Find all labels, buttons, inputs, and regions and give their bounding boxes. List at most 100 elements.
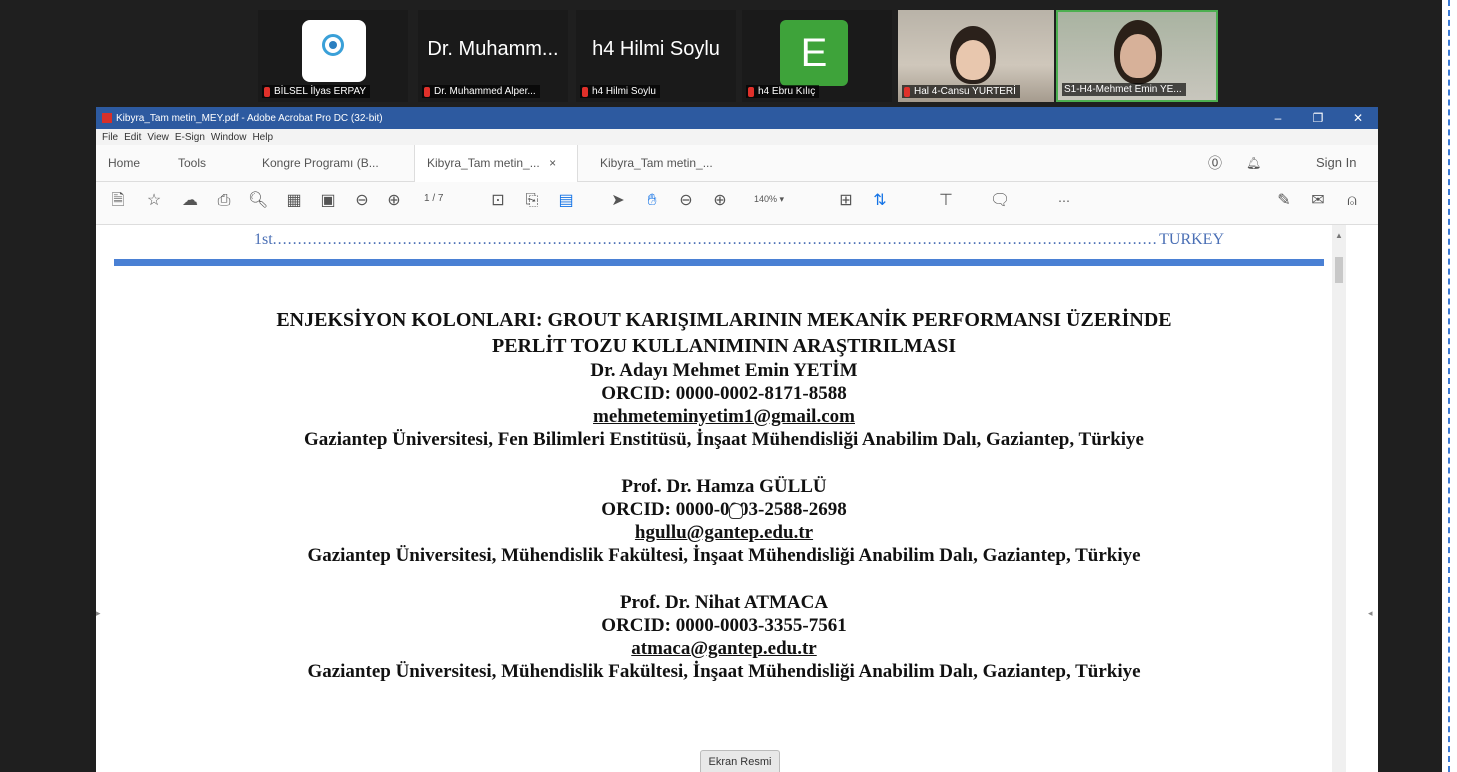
close-icon[interactable]: ✕: [1338, 107, 1378, 129]
scroll-icon[interactable]: ⇅: [870, 191, 890, 211]
author-affiliation: Gaziantep Üniversitesi, Fen Bilimleri En…: [304, 429, 1144, 450]
participant-display-name: Dr. Muhamm...: [427, 38, 559, 60]
screenshot-badge[interactable]: Ekran Resmi: [700, 750, 780, 772]
menu-help[interactable]: Help: [252, 132, 273, 143]
meeting-stage: BİLSEL İlyas ERPAY Dr. Muhamm... Dr. Muh…: [0, 0, 1442, 772]
pdf-page: 1st.....................................…: [114, 225, 1346, 772]
acrobat-window: Kibyra_Tam metin_MEY.pdf - Adobe Acrobat…: [96, 107, 1378, 772]
author-name: Prof. Dr. Hamza GÜLLÜ: [621, 476, 827, 497]
scroll-up-icon[interactable]: ▲: [1335, 231, 1343, 240]
account-icon[interactable]: ⍝: [1342, 191, 1362, 211]
page-header: 1st.....................................…: [254, 231, 1224, 249]
sign-pen-icon[interactable]: ✎: [1274, 191, 1294, 211]
participant-tile[interactable]: h4 Hilmi Soylu h4 Hilmi Soylu: [576, 10, 736, 102]
tab-home[interactable]: Home: [108, 145, 140, 181]
participant-name: h4 Hilmi Soylu: [592, 86, 656, 97]
participant-strip: BİLSEL İlyas ERPAY Dr. Muhamm... Dr. Muh…: [258, 10, 1218, 102]
menu-file[interactable]: File: [102, 132, 118, 143]
previous-page-icon[interactable]: ⊖: [352, 191, 372, 211]
header-right: TURKEY: [1157, 231, 1224, 249]
page-number-field[interactable]: 1: [424, 193, 430, 204]
participant-tile[interactable]: BİLSEL İlyas ERPAY: [258, 10, 408, 102]
muted-mic-icon: [424, 86, 430, 97]
email-icon[interactable]: ✉: [1308, 191, 1328, 211]
page-total: / 7: [432, 193, 444, 204]
hand-cursor-icon: [729, 503, 743, 519]
close-tab-icon[interactable]: ×: [549, 156, 556, 170]
participant-name: BİLSEL İlyas ERPAY: [274, 86, 367, 97]
hand-tool-icon[interactable]: ✋︎: [642, 191, 662, 211]
tab-document[interactable]: Kongre Programı (B...: [262, 145, 379, 181]
stamp-icon[interactable]: ⊤: [936, 191, 956, 211]
menu-window[interactable]: Window: [211, 132, 247, 143]
zoom-select[interactable]: 140% ▾: [754, 194, 784, 205]
page-view-icon[interactable]: ▤: [556, 191, 576, 211]
acrobat-app-icon: [102, 113, 112, 123]
participant-name: Hal 4-Cansu YURTERİ: [914, 86, 1016, 97]
zoom-out-icon[interactable]: ⊖: [676, 191, 696, 211]
toolbar: 🗎︎ ☆ ☁ ⎙ 🔍︎ ▦ ▣ ⊖ ⊕ 1 / 7 ⊡ ⎘ ▤ ➤ ✋︎ ⊖ ⊕…: [96, 182, 1378, 225]
muted-mic-icon: [904, 86, 910, 97]
next-page-icon[interactable]: ⊕: [384, 191, 404, 211]
more-tools-icon[interactable]: ⋯: [1054, 191, 1074, 211]
participant-name: S1-H4-Mehmet Emin YE...: [1064, 84, 1182, 95]
muted-mic-icon: [264, 86, 270, 97]
restore-icon[interactable]: ❐: [1298, 107, 1338, 129]
document-area[interactable]: ▸ 1st...................................…: [96, 225, 1378, 772]
menu-edit[interactable]: Edit: [124, 132, 141, 143]
thumbnails-icon[interactable]: ▦: [284, 191, 304, 211]
vertical-scrollbar[interactable]: ▲: [1332, 225, 1346, 772]
tab-document[interactable]: Kibyra_Tam metin_...: [600, 145, 713, 181]
author-name: Prof. Dr. Nihat ATMACA: [619, 592, 829, 613]
author-orcid: ORCID: 0000-0003-3355-7561: [601, 615, 847, 636]
upload-cloud-icon[interactable]: ☁: [180, 191, 200, 211]
scrollbar-thumb[interactable]: [1335, 257, 1343, 283]
comment-icon[interactable]: 🗨︎: [990, 191, 1010, 211]
author-affiliation: Gaziantep Üniversitesi, Mühendislik Fakü…: [307, 661, 1141, 682]
menu-bar: File Edit View E-Sign Window Help: [96, 129, 1378, 145]
participant-video-active-speaker[interactable]: S1-H4-Mehmet Emin YE...: [1056, 10, 1218, 102]
sign-in-button[interactable]: Sign In: [1316, 145, 1356, 181]
author-name: Dr. Adayı Mehmet Emin YETİM: [590, 360, 858, 381]
author-affiliation: Gaziantep Üniversitesi, Mühendislik Fakü…: [307, 545, 1141, 566]
page-display-icon[interactable]: ⊞: [836, 191, 856, 211]
minimize-icon[interactable]: –: [1258, 107, 1298, 129]
fit-page-icon[interactable]: ⊡: [488, 191, 508, 211]
participant-tile[interactable]: Dr. Muhamm... Dr. Muhammed Alper...: [418, 10, 568, 102]
avatar: E: [780, 20, 848, 86]
save-icon[interactable]: 🗎︎: [108, 191, 128, 211]
muted-mic-icon: [582, 86, 588, 97]
paper-title-line: ENJEKSİYON KOLONLARI: GROUT KARIŞIMLARIN…: [276, 309, 1172, 331]
paper-front-matter: ENJEKSİYON KOLONLARI: GROUT KARIŞIMLARIN…: [114, 307, 1334, 683]
participant-tile[interactable]: E h4 Ebru Kılıç: [742, 10, 892, 102]
select-cursor-icon[interactable]: ➤: [608, 191, 628, 211]
author-email[interactable]: mehmeteminyetim1@gmail.com: [114, 405, 1334, 428]
muted-mic-icon: [748, 86, 754, 97]
menu-view[interactable]: View: [147, 132, 169, 143]
bookmark-star-icon[interactable]: ☆: [144, 191, 164, 211]
participant-display-name: h4 Hilmi Soylu: [592, 38, 720, 60]
zoom-in-icon[interactable]: ⊕: [710, 191, 730, 211]
org-logo: [302, 20, 366, 82]
menu-esign[interactable]: E-Sign: [175, 132, 205, 143]
tab-tools[interactable]: Tools: [178, 145, 206, 181]
collapse-right-icon[interactable]: ◂: [1368, 608, 1373, 619]
collapse-left-icon[interactable]: ▸: [96, 608, 101, 619]
bell-icon[interactable]: 🔔︎: [1246, 145, 1261, 181]
scroll-mode-icon[interactable]: ⎘: [522, 191, 542, 211]
author-email[interactable]: hgullu@gantep.edu.tr: [114, 521, 1334, 544]
print-icon[interactable]: ⎙: [214, 191, 234, 211]
header-rule: [114, 259, 1324, 266]
paper-title-line: PERLİT TOZU KULLANIMININ ARAŞTIRILMASI: [491, 335, 956, 357]
window-title: Kibyra_Tam metin_MEY.pdf - Adobe Acrobat…: [116, 112, 383, 124]
snapshot-icon[interactable]: ▣: [318, 191, 338, 211]
tab-document-active[interactable]: Kibyra_Tam metin_... ×: [414, 145, 578, 182]
participant-name: h4 Ebru Kılıç: [758, 86, 816, 97]
search-icon[interactable]: 🔍︎: [248, 191, 268, 211]
right-border-strip: [1442, 0, 1457, 772]
title-bar: Kibyra_Tam metin_MEY.pdf - Adobe Acrobat…: [96, 107, 1378, 129]
participant-video[interactable]: Hal 4-Cansu YURTERİ: [898, 10, 1054, 102]
help-icon[interactable]: ⓪: [1208, 145, 1222, 181]
author-email[interactable]: atmaca@gantep.edu.tr: [114, 637, 1334, 660]
header-left: 1st: [254, 231, 273, 248]
